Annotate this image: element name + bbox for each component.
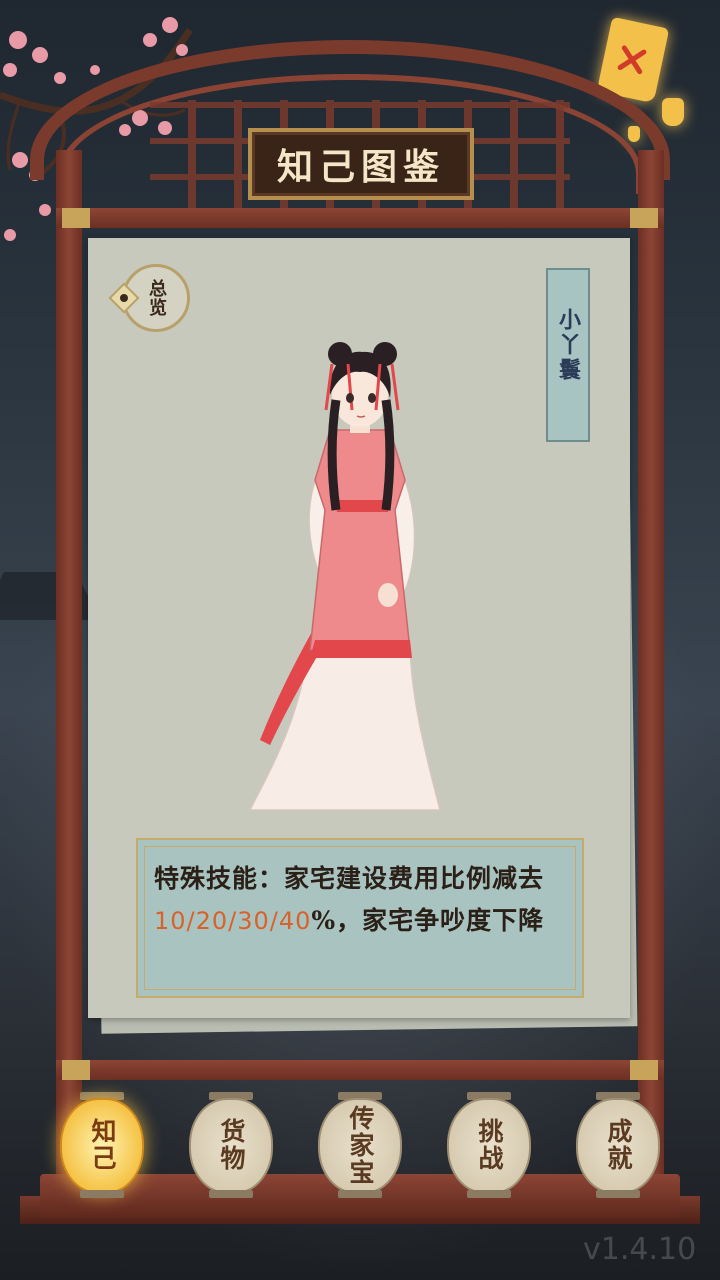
version-label: v1.4.10 bbox=[583, 1232, 697, 1267]
character-name-tag: 小丫鬟 bbox=[546, 268, 590, 442]
tab-achievement[interactable]: 成就 bbox=[572, 1090, 664, 1200]
lantern-cap bbox=[338, 1190, 382, 1198]
lantern-cap bbox=[209, 1190, 253, 1198]
tab-label: 成就 bbox=[604, 1118, 633, 1172]
frame-pillar-left bbox=[56, 150, 82, 1210]
skill-text-suffix: %，家宅争吵度下降 bbox=[311, 906, 545, 935]
title-plaque: 知己图鉴 bbox=[248, 128, 474, 200]
character-name: 小丫鬟 bbox=[555, 308, 581, 383]
skill-description-box: 特殊技能：家宅建设费用比例减去 10/20/30/40%，家宅争吵度下降 bbox=[136, 838, 584, 998]
frame-corner bbox=[630, 208, 658, 228]
overview-button[interactable]: 总览 bbox=[108, 264, 190, 332]
skill-description: 特殊技能：家宅建设费用比例减去 10/20/30/40%，家宅争吵度下降 bbox=[154, 858, 574, 942]
sky-lantern-decor bbox=[662, 98, 684, 126]
frame-pillar-right bbox=[638, 150, 664, 1210]
tab-label: 传家宝 bbox=[346, 1104, 375, 1186]
tab-challenge[interactable]: 挑战 bbox=[443, 1090, 535, 1200]
tab-label: 挑战 bbox=[475, 1118, 504, 1172]
frame-beam-top bbox=[56, 208, 664, 228]
frame-beam-bottom bbox=[56, 1060, 664, 1080]
frame-corner bbox=[630, 1060, 658, 1080]
skill-text-prefix: 特殊技能：家宅建设费用比例减去 bbox=[154, 864, 545, 893]
character-portrait bbox=[248, 342, 441, 811]
tab-heirloom[interactable]: 传家宝 bbox=[314, 1090, 406, 1200]
frame-corner bbox=[62, 208, 90, 228]
close-button[interactable] bbox=[596, 16, 670, 104]
tab-label: 货物 bbox=[217, 1118, 246, 1172]
tab-label: 知己 bbox=[88, 1118, 117, 1172]
tab-zhiji[interactable]: 知己 bbox=[56, 1090, 148, 1200]
lantern-cap bbox=[596, 1190, 640, 1198]
lantern-cap bbox=[80, 1190, 124, 1198]
tab-goods[interactable]: 货物 bbox=[185, 1090, 277, 1200]
page-title: 知己图鉴 bbox=[276, 146, 445, 188]
skill-values: 10/20/30/40 bbox=[154, 907, 312, 935]
overview-label: 总览 bbox=[146, 279, 167, 317]
lantern-cap bbox=[467, 1190, 511, 1198]
frame-corner bbox=[62, 1060, 90, 1080]
